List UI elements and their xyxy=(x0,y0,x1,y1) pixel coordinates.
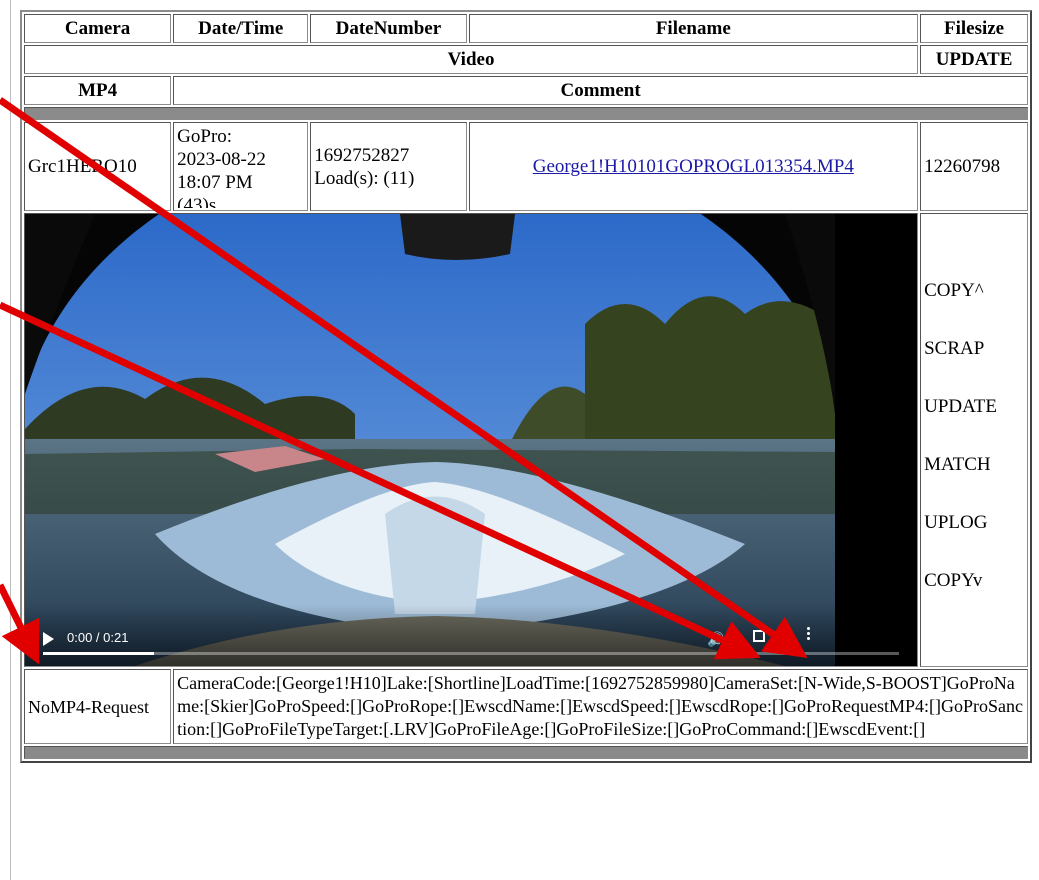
record-filesize: 12260798 xyxy=(920,122,1028,211)
more-options-icon[interactable] xyxy=(807,627,811,642)
separator-row xyxy=(24,107,1028,120)
datenumber-value: 1692752827 xyxy=(314,144,410,166)
datetime-time: 18:07 PM xyxy=(177,172,253,193)
record-datetime: GoPro: 2023-08-22 18:07 PM (43)s xyxy=(173,122,309,211)
page-left-border xyxy=(10,0,11,880)
video-frame[interactable]: 0:00 / 0:21 🔊 xyxy=(25,214,918,666)
video-row: 0:00 / 0:21 🔊 COPY^ SCRAP UPDATE MATCH U… xyxy=(24,213,1028,667)
mp4-status: NoMP4-Request xyxy=(24,669,172,744)
header-video: Video xyxy=(24,45,919,74)
header-datenumber: DateNumber xyxy=(310,14,467,43)
header-row-2: Video UPDATE xyxy=(24,45,1028,74)
action-match[interactable]: MATCH xyxy=(924,453,1024,476)
filename-link[interactable]: George1!H10101GOPROGL013354.MP4 xyxy=(533,156,854,177)
video-time: 0:00 / 0:21 xyxy=(67,630,129,645)
action-update[interactable]: UPDATE xyxy=(924,395,1024,418)
record-datenumber: 1692752827 Load(s): (11) xyxy=(310,122,467,211)
fullscreen-icon[interactable] xyxy=(753,630,765,642)
volume-icon[interactable]: 🔊 xyxy=(707,629,724,652)
header-camera: Camera xyxy=(24,14,172,43)
comment-text: CameraCode:[George1!H10]Lake:[Shortline]… xyxy=(173,669,1028,744)
action-copy-down[interactable]: COPYv xyxy=(924,569,1024,592)
record-camera: Grc1HERO10 xyxy=(24,122,172,211)
header-filename: Filename xyxy=(468,14,919,43)
play-icon[interactable] xyxy=(43,632,54,646)
video-scene xyxy=(25,214,835,666)
action-uplog[interactable]: UPLOG xyxy=(924,511,1024,534)
action-scrap[interactable]: SCRAP xyxy=(924,337,1024,360)
record-filename: George1!H10101GOPROGL013354.MP4 xyxy=(468,122,919,211)
load-count: Load(s): (11) xyxy=(314,167,415,189)
header-row-3: MP4 Comment xyxy=(24,76,1028,105)
header-update: UPDATE xyxy=(920,45,1028,74)
header-comment: Comment xyxy=(173,76,1028,105)
header-filesize: Filesize xyxy=(920,14,1028,43)
datetime-duration: (43)s xyxy=(177,195,217,208)
datetime-source: GoPro: xyxy=(177,126,233,147)
datetime-date: 2023-08-22 xyxy=(177,149,266,170)
video-progress-fill xyxy=(43,652,155,655)
video-progress-bar[interactable] xyxy=(43,652,900,655)
video-player[interactable]: 0:00 / 0:21 🔊 xyxy=(24,213,919,667)
record-row: Grc1HERO10 GoPro: 2023-08-22 18:07 PM (4… xyxy=(24,122,1028,211)
separator-row-bottom xyxy=(24,746,1028,759)
separator xyxy=(24,107,1028,120)
video-controls: 0:00 / 0:21 🔊 xyxy=(25,604,918,666)
action-copy-up[interactable]: COPY^ xyxy=(924,279,1024,302)
separator-bottom xyxy=(24,746,1028,759)
header-mp4: MP4 xyxy=(24,76,172,105)
records-table-wrapper: Camera Date/Time DateNumber Filename Fil… xyxy=(20,10,1032,763)
header-datetime: Date/Time xyxy=(173,14,309,43)
header-row-1: Camera Date/Time DateNumber Filename Fil… xyxy=(24,14,1028,43)
comment-row: NoMP4-Request CameraCode:[George1!H10]La… xyxy=(24,669,1028,744)
records-table: Camera Date/Time DateNumber Filename Fil… xyxy=(20,10,1032,763)
action-list: COPY^ SCRAP UPDATE MATCH UPLOG COPYv xyxy=(920,213,1028,667)
